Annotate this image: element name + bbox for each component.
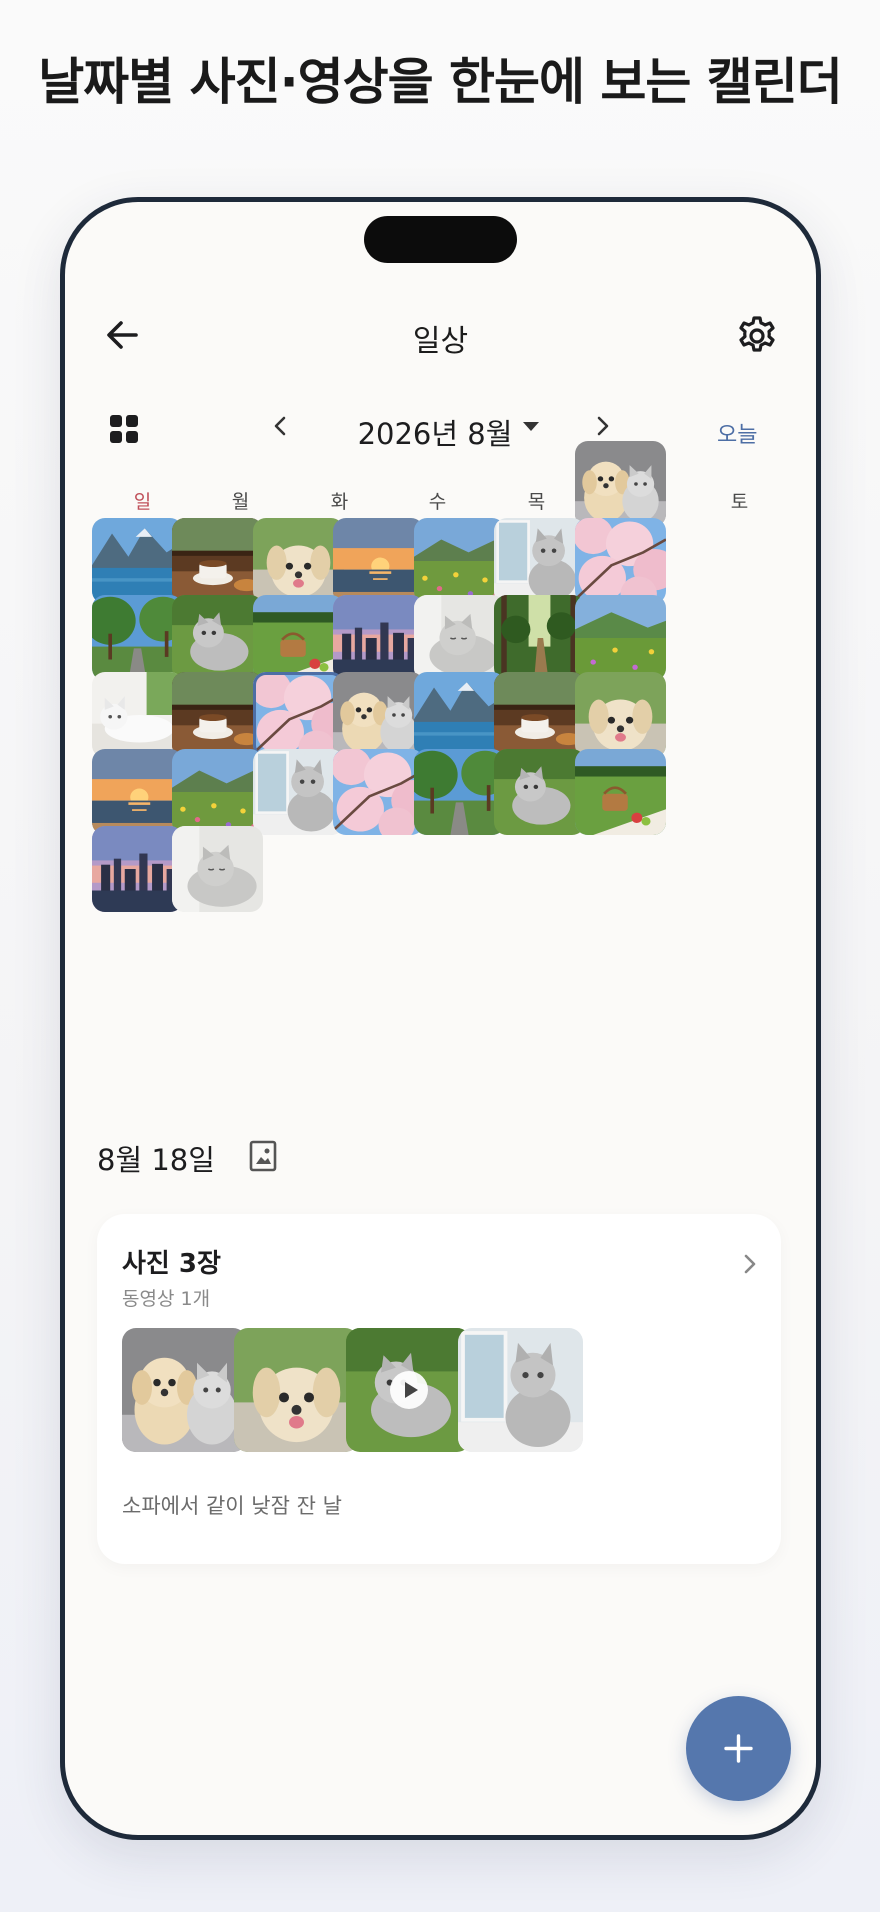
next-month-button[interactable] — [588, 412, 616, 440]
card-title: 사진 3장 — [122, 1249, 221, 1279]
grid-view-icon — [110, 415, 138, 443]
calendar-day-cell[interactable] — [494, 672, 585, 758]
selected-date-label: 8월 18일 — [97, 1143, 215, 1177]
calendar-day-cell[interactable] — [494, 749, 585, 835]
card-subtitle: 동영상 1개 — [122, 1288, 211, 1310]
weekday-label: 토 — [730, 491, 749, 513]
weekday-label: 목 — [527, 491, 546, 513]
calendar-day-cell[interactable] — [575, 441, 666, 527]
day-summary-card[interactable]: 사진 3장 동영상 1개 소파에서 같이 낮잠 잔 날 — [97, 1214, 781, 1564]
phone-frame: 일상 2026년 8월 오늘 일 월 화 수 목 토 8월 18일 사진 3장 … — [60, 197, 821, 1840]
weekday-label: 수 — [428, 491, 447, 513]
promo-headline: 날짜별 사진·영상을 한눈에 보는 캘린더 — [38, 53, 843, 111]
calendar-day-cell[interactable] — [92, 672, 183, 758]
calendar-day-cell[interactable] — [414, 749, 505, 835]
calendar-day-cell[interactable] — [333, 749, 424, 835]
calendar-day-cell[interactable] — [414, 595, 505, 681]
settings-button[interactable] — [735, 314, 779, 358]
month-selector[interactable]: 2026년 8월 — [305, 411, 565, 453]
weekday-label: 월 — [231, 491, 250, 513]
month-navigation: 2026년 8월 오늘 — [65, 402, 816, 452]
calendar-day-cell[interactable] — [494, 595, 585, 681]
calendar-day-cell[interactable] — [253, 749, 344, 835]
calendar-day-cell[interactable] — [92, 595, 183, 681]
add-button[interactable] — [686, 1696, 791, 1801]
gear-icon — [739, 316, 775, 352]
calendar-day-cell[interactable] — [172, 672, 263, 758]
calendar-day-cell[interactable] — [92, 518, 183, 604]
calendar-day-cell[interactable] — [253, 518, 344, 604]
calendar-day-cell[interactable] — [92, 826, 183, 912]
calendar-day-cell[interactable] — [575, 749, 666, 835]
view-toggle-button[interactable] — [109, 414, 139, 444]
calendar-day-cell[interactable] — [172, 518, 263, 604]
calendar-day-cell[interactable] — [172, 595, 263, 681]
previous-month-button[interactable] — [267, 412, 295, 440]
photo-thumbnail[interactable] — [458, 1328, 583, 1452]
photo-thumbnail[interactable] — [234, 1328, 359, 1452]
weekday-label: 화 — [330, 491, 349, 513]
calendar-day-cell[interactable] — [575, 672, 666, 758]
calendar-day-cell[interactable] — [414, 672, 505, 758]
video-thumbnail[interactable] — [346, 1328, 471, 1452]
plus-icon — [724, 1734, 753, 1763]
chevron-right-icon — [597, 416, 609, 436]
chevron-left-icon — [274, 416, 286, 436]
camera-notch — [364, 216, 517, 263]
calendar-day-cell[interactable] — [575, 518, 666, 604]
photo-album-icon[interactable] — [248, 1139, 278, 1173]
calendar-day-cell[interactable] — [333, 595, 424, 681]
card-caption: 소파에서 같이 낮잠 잔 날 — [122, 1494, 342, 1518]
calendar-day-cell[interactable] — [494, 518, 585, 604]
calendar-day-cell[interactable] — [92, 749, 183, 835]
app-bar: 일상 — [65, 302, 816, 362]
calendar-day-cell[interactable] — [172, 749, 263, 835]
photo-thumbnail[interactable] — [122, 1328, 247, 1452]
calendar-day-cell[interactable] — [333, 672, 424, 758]
caret-down-icon[interactable] — [523, 422, 539, 431]
calendar-day-cell[interactable] — [253, 595, 344, 681]
weekday-label: 일 — [133, 491, 152, 513]
selected-date-heading: 8월 18일 — [97, 1137, 277, 1181]
weekday-header: 일 월 화 수 목 금 토 — [98, 487, 784, 517]
calendar-day-cell[interactable] — [172, 826, 263, 912]
page-title: 일상 — [412, 324, 469, 359]
calendar-day-cell[interactable] — [575, 595, 666, 681]
calendar-day-cell[interactable] — [333, 518, 424, 604]
chevron-right-icon[interactable] — [737, 1251, 763, 1277]
calendar-day-cell[interactable] — [253, 672, 344, 758]
play-icon — [389, 1370, 429, 1410]
calendar-day-cell[interactable] — [414, 518, 505, 604]
today-button[interactable]: 오늘 — [717, 417, 757, 449]
